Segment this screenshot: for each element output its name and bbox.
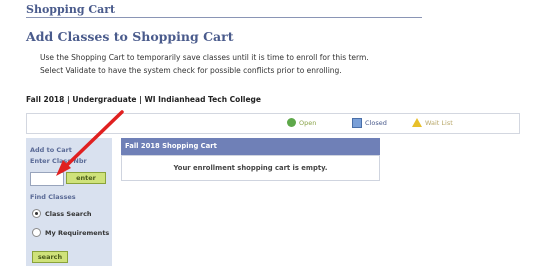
add-to-cart-panel: Add to Cart Enter Class Nbr enter Find C… <box>26 138 112 266</box>
enter-class-nbr-label: Enter Class Nbr <box>30 157 87 165</box>
term-info: Fall 2018 | Undergraduate | WI Indianhea… <box>26 95 262 104</box>
class-search-label: Class Search <box>45 209 92 218</box>
my-requirements-option[interactable]: My Requirements <box>32 228 109 237</box>
class-nbr-input[interactable] <box>30 172 64 186</box>
my-requirements-label: My Requirements <box>45 228 110 237</box>
add-to-cart-label: Add to Cart <box>30 146 72 154</box>
title-divider <box>26 17 422 18</box>
legend-open-label: Open <box>299 118 317 127</box>
wait-list-status-icon <box>412 118 422 127</box>
instruction-line-1: Use the Shopping Cart to temporarily sav… <box>40 53 369 62</box>
status-legend: Open Closed Wait List <box>26 113 520 134</box>
find-classes-label: Find Classes <box>30 193 76 201</box>
class-search-radio[interactable] <box>32 209 41 218</box>
enter-button[interactable]: enter <box>66 172 106 184</box>
page-title: Shopping Cart <box>26 3 116 16</box>
closed-status-icon <box>352 118 362 128</box>
section-heading: Add Classes to Shopping Cart <box>26 29 234 44</box>
legend-wait-label: Wait List <box>425 118 453 127</box>
open-status-icon <box>287 118 296 127</box>
my-requirements-radio[interactable] <box>32 228 41 237</box>
instruction-line-2: Select Validate to have the system check… <box>40 66 342 75</box>
shopping-cart-header: Fall 2018 Shopping Cart <box>121 138 380 155</box>
empty-cart-message: Your enrollment shopping cart is empty. <box>173 164 328 172</box>
search-button[interactable]: search <box>32 251 68 263</box>
legend-closed: Closed <box>352 118 387 128</box>
legend-open: Open <box>287 118 316 127</box>
legend-closed-label: Closed <box>365 119 387 127</box>
shopping-cart-body: Your enrollment shopping cart is empty. <box>121 155 380 181</box>
class-search-option[interactable]: Class Search <box>32 209 92 218</box>
legend-wait-list: Wait List <box>412 118 453 127</box>
